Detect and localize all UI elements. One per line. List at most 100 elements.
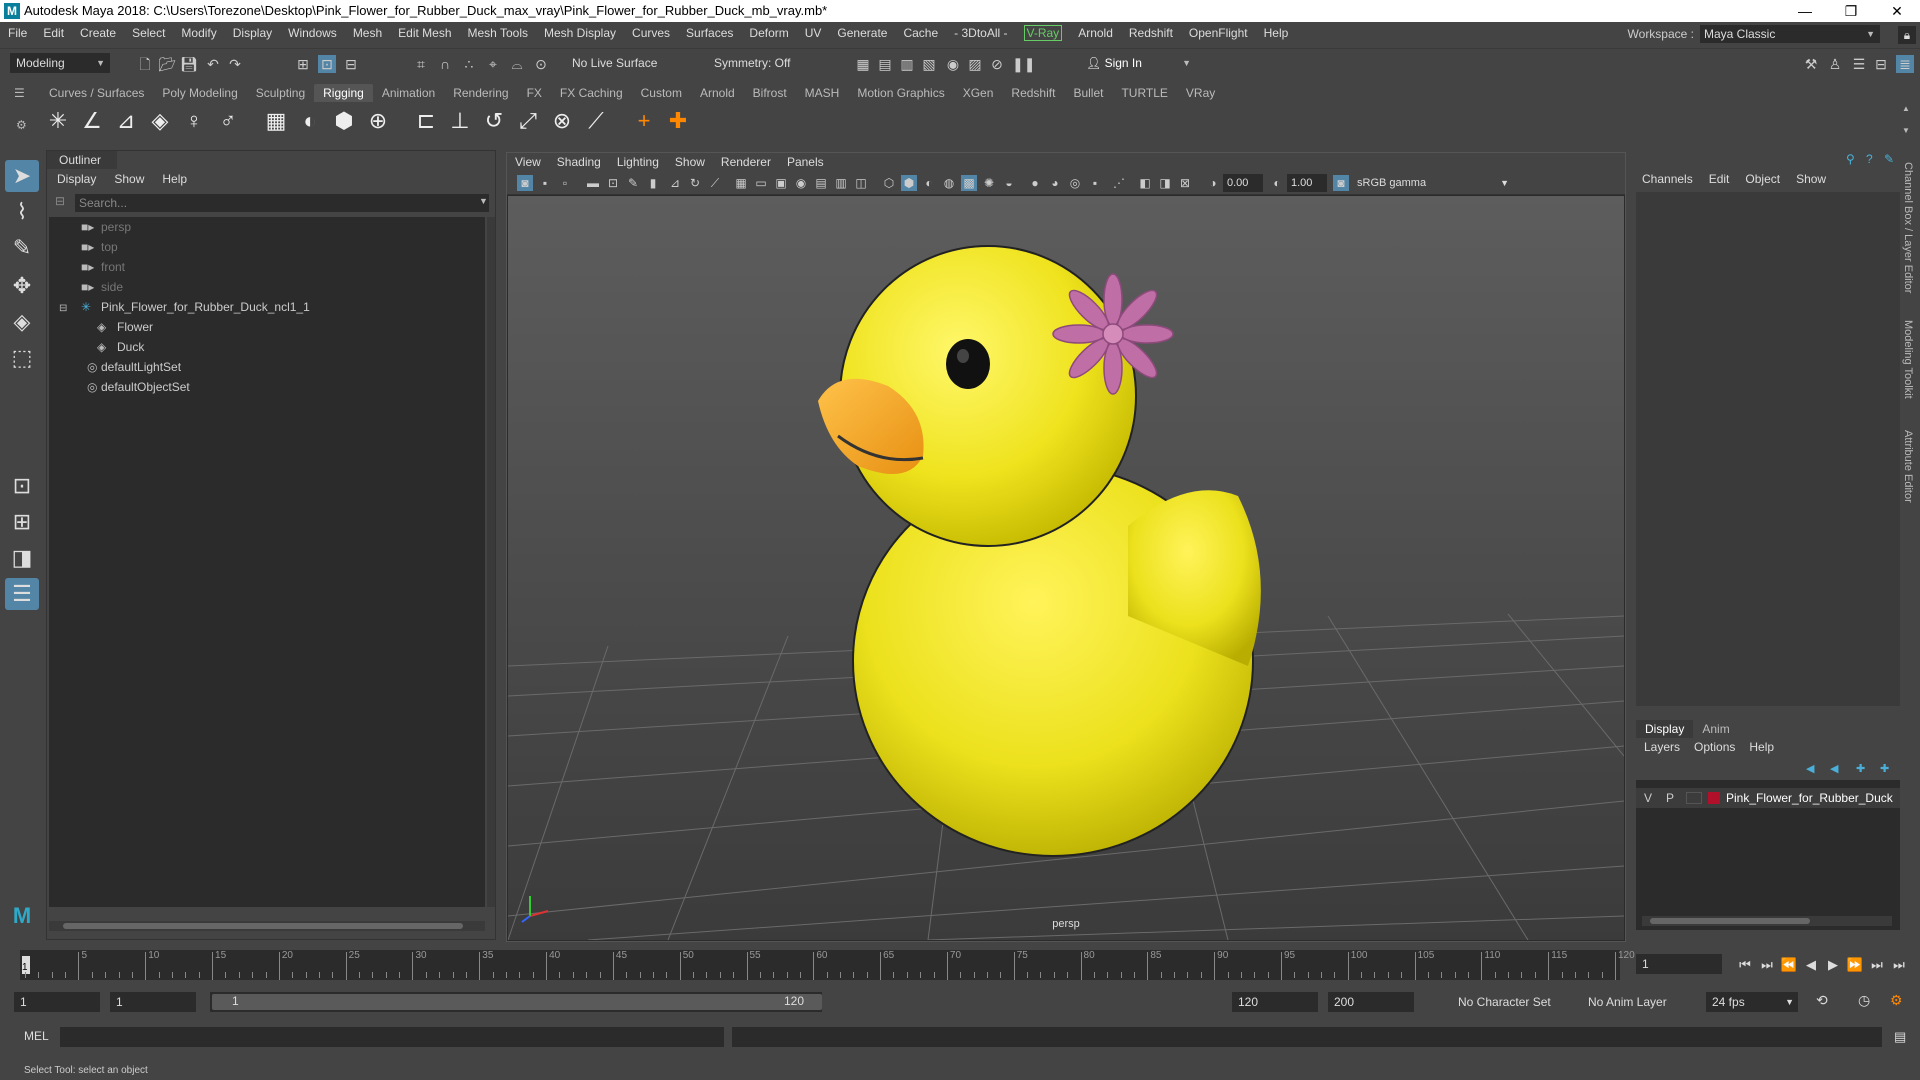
range-slider-thumb[interactable] [212,994,822,1010]
exposure-field[interactable]: 0.00 [1223,174,1263,192]
menu-openflight[interactable]: OpenFlight [1181,22,1256,44]
resolution-gate-icon[interactable]: ↻ [687,175,703,191]
play-forwards-icon[interactable]: ▶ [1824,956,1842,974]
select-object-icon[interactable]: ⊡ [318,55,336,73]
channels-menu-edit[interactable]: Edit [1709,172,1730,186]
render-frame-icon[interactable]: ▦ [854,55,872,73]
lattice-icon[interactable]: ▦ [262,107,290,135]
safe-title-icon[interactable]: ▣ [773,175,789,191]
layer-menu-layers[interactable]: Layers [1644,740,1680,754]
layer-playback-toggle[interactable]: P [1666,788,1674,808]
fps-dropdown[interactable]: 24 fps ▼ [1706,992,1798,1012]
wireframe-on-shaded-icon[interactable]: ▥ [833,175,849,191]
menu-file[interactable]: File [0,22,35,44]
menu-deform[interactable]: Deform [741,22,796,44]
menu-3dtoall[interactable]: - 3DtoAll - [946,22,1015,44]
pole-vector-icon[interactable]: ⟋ [582,107,610,135]
menu-modify[interactable]: Modify [173,22,224,44]
new-scene-icon[interactable]: 🗋 [136,55,154,73]
outliner-menu-show[interactable]: Show [114,172,144,186]
layer-row[interactable]: V P Pink_Flower_for_Rubber_Duck [1636,788,1900,808]
shelf-tab-arnold[interactable]: Arnold [691,84,744,102]
viewport-menu-show[interactable]: Show [675,155,705,169]
go-to-end-icon[interactable]: ⏭ [1890,956,1908,974]
select-camera-icon[interactable]: ◙ [517,175,533,191]
channel-box-icon[interactable]: ≣ [1896,55,1914,73]
menu-set-dropdown[interactable]: Modeling ▼ [10,53,110,73]
outliner-vertical-scrollbar[interactable] [487,217,495,907]
shelf-tab-redshift[interactable]: Redshift [1002,84,1064,102]
side-tab-attribute-editor[interactable]: Attribute Editor [1902,430,1914,503]
layer-menu-options[interactable]: Options [1694,740,1735,754]
snap-point-icon[interactable]: ∴ [460,55,478,73]
orient-constraint-icon[interactable]: ↺ [480,107,508,135]
undo-icon[interactable]: ↶ [204,55,222,73]
symmetry-dropdown[interactable]: Symmetry: Off [708,53,804,73]
layer-type-toggle[interactable] [1686,792,1702,804]
range-slider[interactable]: 1 120 [210,992,822,1012]
snap-curve-icon[interactable]: ∩ [436,55,454,73]
open-scene-icon[interactable]: 📂︎ [158,55,176,73]
2d-pan-zoom-icon[interactable]: ⊡ [605,175,621,191]
default-material-icon[interactable]: ◐ [921,175,937,191]
menu-surfaces[interactable]: Surfaces [678,22,741,44]
shelf-tab-fx[interactable]: FX [518,84,551,102]
frame-all-icon[interactable]: ◫ [853,175,869,191]
layer-tab-anim[interactable]: Anim [1693,720,1738,738]
render-settings-icon[interactable]: ▧ [920,55,938,73]
shelf-tab-rendering[interactable]: Rendering [444,84,517,102]
camera-attributes-icon[interactable]: ▪ [537,175,553,191]
menu-display[interactable]: Display [225,22,280,44]
layer-menu-help[interactable]: Help [1749,740,1774,754]
view-transform-dropdown[interactable]: sRGB gamma ▼ [1353,174,1513,192]
move-layer-down-icon[interactable]: ◀ [1830,762,1838,775]
play-backwards-icon[interactable]: ◀ [1802,956,1820,974]
layer-color-swatch[interactable] [1708,792,1720,804]
persp-outliner-icon[interactable]: ◨ [5,542,39,574]
animation-preferences-icon[interactable]: ⚙ [1890,992,1903,1009]
anim-layer-dropdown[interactable]: No Anim Layer [1582,992,1686,1012]
shelf-scroll-down-icon[interactable]: ▼ [1902,126,1910,135]
modeling-toolkit-icon[interactable]: ⚒ [1802,55,1820,73]
menu-help[interactable]: Help [1256,22,1297,44]
menu-create[interactable]: Create [72,22,124,44]
layer-visibility-toggle[interactable]: V [1644,788,1652,808]
viewport-menu-renderer[interactable]: Renderer [721,155,771,169]
paint-select-icon[interactable]: ✎ [5,232,39,264]
color-management-icon[interactable]: ◙ [1333,175,1349,191]
minimize-icon[interactable]: — [1782,0,1828,22]
character-controls-icon[interactable]: ♙ [1826,55,1844,73]
snap-live-icon[interactable]: ⊙ [532,55,550,73]
anti-aliasing-icon[interactable]: ◕ [1047,175,1063,191]
scale-constraint-icon[interactable]: ⤢ [514,107,542,135]
parent-constraint-icon[interactable]: ⊏ [412,107,440,135]
menu-edit-mesh[interactable]: Edit Mesh [390,22,459,44]
sculpt-deformer-icon[interactable]: ⊕ [364,107,392,135]
scrollbar-thumb[interactable] [63,923,463,929]
exposure-icon[interactable]: ◑ [1205,175,1221,191]
stop-render-icon[interactable]: ⊘ [988,55,1006,73]
xray-joints-icon[interactable]: ⋰ [1111,175,1127,191]
isolate-select-icon[interactable]: ▪ [1087,175,1103,191]
shelf-tab-poly-modeling[interactable]: Poly Modeling [153,84,246,102]
scale-tool-icon[interactable]: ⬚ [5,342,39,374]
smooth-shade-icon[interactable]: ⬢ [901,175,917,191]
shelf-tab-motion-graphics[interactable]: Motion Graphics [848,84,953,102]
grid-icon[interactable]: ▦ [733,175,749,191]
restore-icon[interactable]: ❐ [1828,0,1874,22]
pause-icon[interactable]: ❚❚ [1012,55,1035,73]
select-tool-icon[interactable]: ➤ [5,160,39,192]
tool-settings-icon[interactable]: ⊟ [1872,55,1890,73]
channels-menu-show[interactable]: Show [1796,172,1826,186]
gamma-field[interactable]: 1.00 [1287,174,1327,192]
quick-rig-icon[interactable]: ♂ [214,107,242,135]
motion-blur-icon[interactable]: ● [1027,175,1043,191]
grease-pencil-icon[interactable]: ✎ [625,175,641,191]
step-back-key-icon[interactable]: ⏭ [1758,956,1776,974]
render-view-icon[interactable]: ▨ [966,55,984,73]
ik-handle-icon[interactable]: ∠ [78,107,106,135]
loop-icon[interactable]: ⟲ [1816,992,1828,1009]
layer-name[interactable]: Pink_Flower_for_Rubber_Duck [1726,788,1893,808]
shelf-menu-icon[interactable]: ☰ [14,86,28,100]
four-view-icon[interactable]: ⊞ [5,506,39,538]
